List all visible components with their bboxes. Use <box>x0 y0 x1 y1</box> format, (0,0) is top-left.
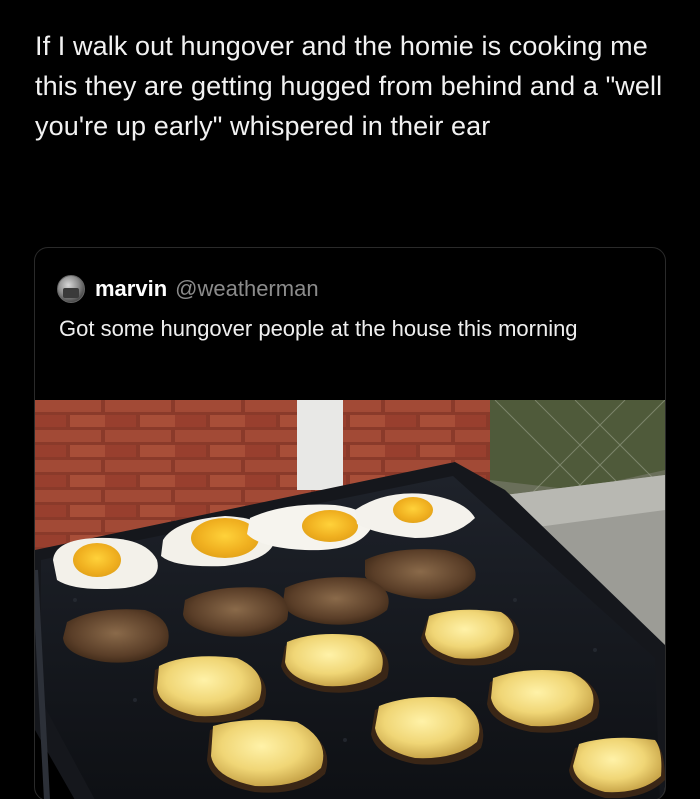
display-name[interactable]: marvin <box>95 276 167 302</box>
quoted-tweet-header: marvin @weatherman <box>57 274 319 304</box>
post-text: If I walk out hungover and the homie is … <box>35 31 663 141</box>
quoted-tweet-text: Got some hungover people at the house th… <box>59 316 578 341</box>
griddle-photo[interactable] <box>35 400 665 799</box>
quoted-tweet-card[interactable]: marvin @weatherman Got some hungover peo… <box>34 247 666 799</box>
user-handle[interactable]: @weatherman <box>175 276 318 302</box>
avatar[interactable] <box>57 275 85 303</box>
